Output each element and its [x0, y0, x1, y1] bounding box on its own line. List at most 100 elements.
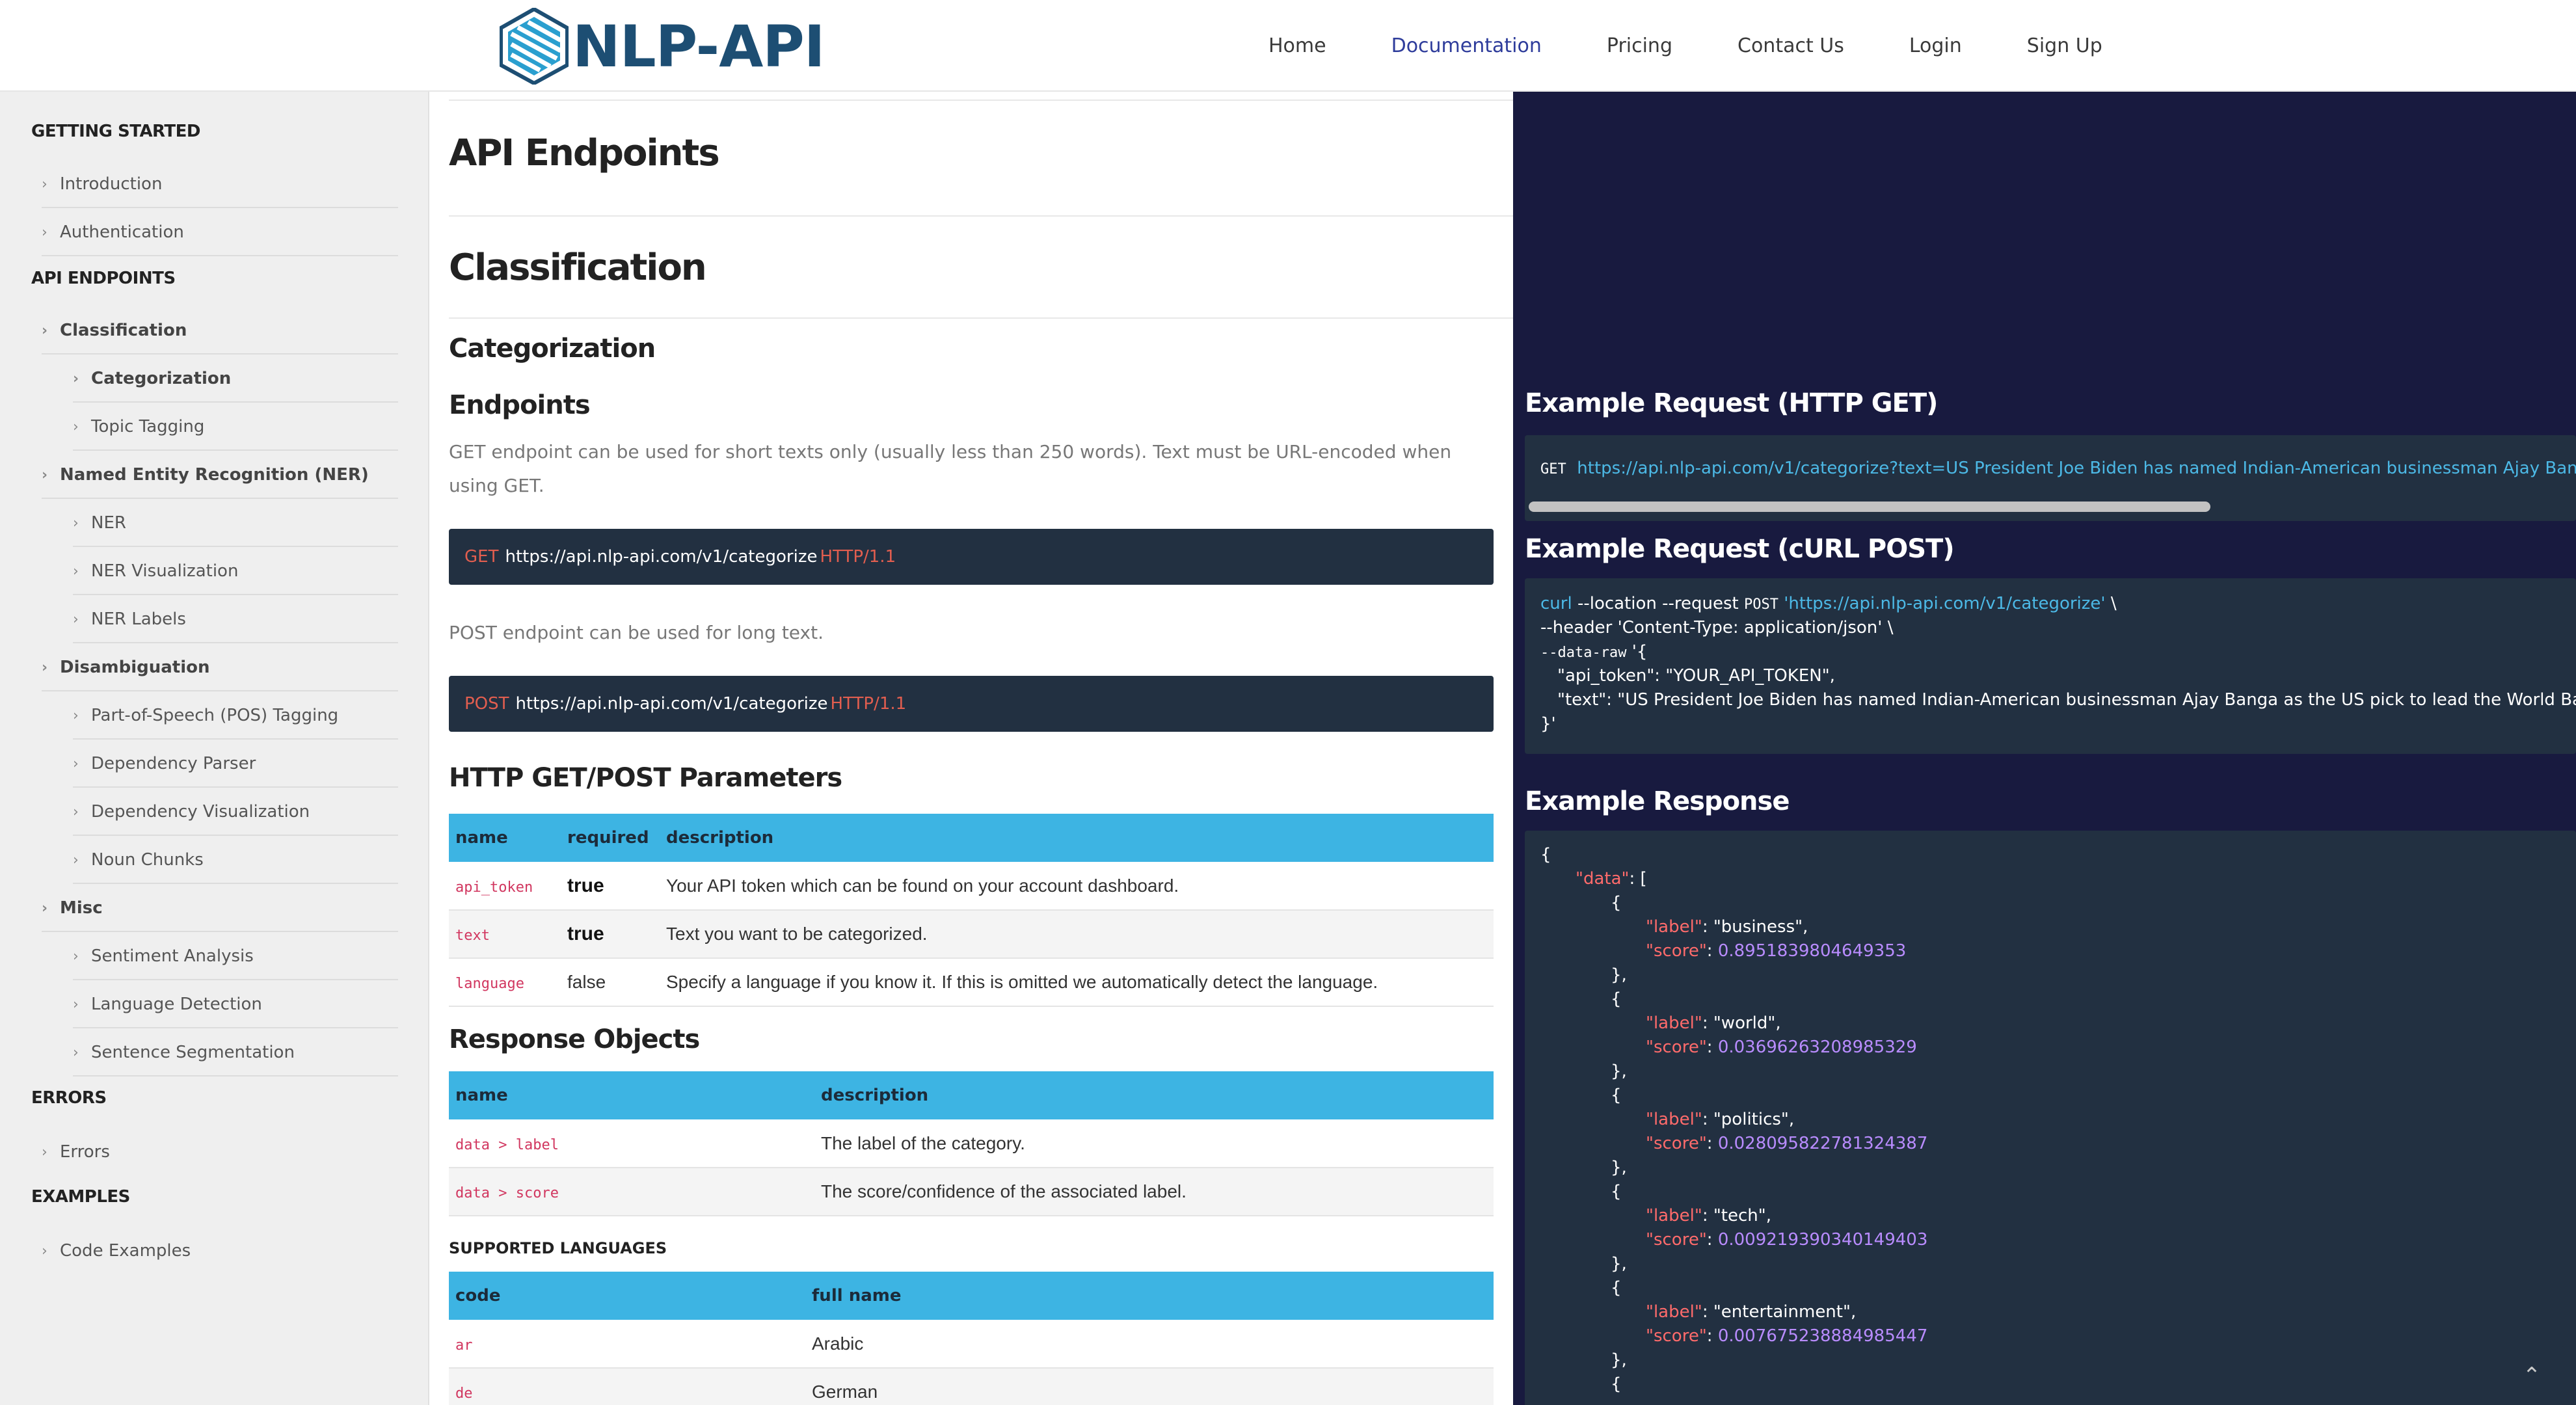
chevron-right-icon: ›: [73, 611, 79, 628]
sidebar-item-dependency-parser[interactable]: › Dependency Parser: [73, 741, 398, 788]
http-method: GET: [1540, 461, 1566, 477]
section-title-endpoints: Endpoints: [449, 390, 591, 420]
language-code: ar: [455, 1337, 473, 1354]
response-description: The score/confidence of the associated l…: [814, 1168, 1494, 1216]
get-endpoint-description: GET endpoint can be used for short texts…: [449, 441, 1452, 496]
sidebar-item-ner[interactable]: › NER: [73, 500, 398, 547]
get-endpoint-code: GET https://api.nlp-api.com/v1/categoriz…: [449, 529, 1494, 585]
http-method: POST: [464, 694, 509, 714]
column-header: description: [814, 1071, 1494, 1119]
nav-home[interactable]: Home: [1268, 34, 1326, 57]
language-name: German: [805, 1368, 1494, 1405]
sidebar-item-authentication[interactable]: › Authentication: [42, 209, 398, 256]
chevron-right-icon: ›: [42, 659, 48, 676]
sidebar-item-pos-tagging[interactable]: › Part-of-Speech (POS) Tagging: [73, 693, 398, 740]
sidebar-item-introduction[interactable]: › Introduction: [42, 161, 398, 208]
chevron-right-icon: ›: [42, 176, 47, 193]
parameters-table: name required description api_token true…: [449, 814, 1494, 1007]
example-response-title: Example Response: [1525, 786, 1790, 816]
docs-sidebar: GETTING STARTED › Introduction › Authentic…: [0, 92, 429, 1405]
table-row: de German: [449, 1368, 1494, 1405]
sidebar-item-categorization[interactable]: › Categorization: [73, 356, 398, 403]
sidebar-item-language-detection[interactable]: › Language Detection: [73, 982, 398, 1028]
sidebar-item-sentence-segmentation[interactable]: › Sentence Segmentation: [73, 1030, 398, 1077]
sidebar-section-getting-started: GETTING STARTED: [31, 122, 201, 141]
sidebar-item-errors[interactable]: › Errors: [42, 1129, 398, 1175]
response-field: data > score: [455, 1185, 559, 1201]
chevron-right-icon: ›: [73, 1044, 79, 1061]
logo-mark-icon: [500, 8, 569, 85]
table-row: text true Text you want to be categorize…: [449, 910, 1494, 959]
nav-login[interactable]: Login: [1909, 34, 1962, 57]
param-required: false: [561, 958, 660, 1007]
chevron-right-icon: ›: [73, 803, 79, 820]
supported-languages-title: SUPPORTED LANGUAGES: [449, 1239, 667, 1257]
post-endpoint-description: POST endpoint can be used for long text.: [449, 622, 824, 643]
section-title-response-objects: Response Objects: [449, 1024, 700, 1054]
back-to-top-button[interactable]: ⌃: [2499, 1346, 2564, 1405]
section-title-categorization: Categorization: [449, 334, 656, 364]
sidebar-item-classification[interactable]: › Classification: [42, 308, 398, 355]
chevron-right-icon: ›: [73, 755, 79, 772]
sidebar-item-topic-tagging[interactable]: › Topic Tagging: [73, 404, 398, 451]
language-code: de: [455, 1385, 473, 1402]
sidebar-section-examples: EXAMPLES: [31, 1187, 130, 1207]
section-title-parameters: HTTP GET/POST Parameters: [449, 763, 842, 793]
response-description: The label of the category.: [814, 1119, 1494, 1168]
sidebar-item-ner-labels[interactable]: › NER Labels: [73, 596, 398, 643]
divider: [449, 100, 1513, 101]
param-name: language: [455, 976, 524, 992]
section-title-classification: Classification: [449, 247, 707, 289]
chevron-right-icon: ›: [73, 515, 79, 531]
brand-logo[interactable]: NLP-API: [500, 8, 825, 85]
param-name: text: [455, 928, 490, 944]
brand-name: NLP-API: [572, 12, 825, 80]
param-description: Text you want to be categorized.: [660, 910, 1494, 959]
response-objects-table: name description data > label The label …: [449, 1071, 1494, 1216]
horizontal-scrollbar[interactable]: [1529, 502, 2210, 512]
http-method: GET: [464, 547, 499, 567]
chevron-right-icon: ›: [42, 466, 48, 483]
main-nav: Home Documentation Pricing Contact Us Lo…: [1268, 0, 2167, 92]
chevron-right-icon: ›: [42, 900, 48, 917]
docs-main: API Endpoints Classification Categorizat…: [431, 92, 1513, 1405]
sidebar-item-disambiguation[interactable]: › Disambiguation: [42, 645, 398, 691]
sidebar-item-noun-chunks[interactable]: › Noun Chunks: [73, 837, 398, 884]
endpoint-url: https://api.nlp-api.com/v1/categorize: [515, 694, 828, 714]
sidebar-item-ner-group[interactable]: › Named Entity Recognition (NER): [42, 452, 398, 499]
param-description: Your API token which can be found on you…: [660, 862, 1494, 911]
chevron-right-icon: ›: [73, 418, 79, 435]
sidebar-item-sentiment-analysis[interactable]: › Sentiment Analysis: [73, 933, 398, 980]
nav-sign-up[interactable]: Sign Up: [2027, 34, 2102, 57]
sidebar-item-code-examples[interactable]: › Code Examples: [42, 1227, 398, 1274]
nav-documentation[interactable]: Documentation: [1391, 34, 1542, 57]
nav-pricing[interactable]: Pricing: [1607, 34, 1672, 57]
example-curl-title: Example Request (cURL POST): [1525, 534, 1955, 564]
example-curl-code: curl --location --request POST 'https://…: [1525, 578, 2576, 754]
sidebar-item-misc[interactable]: › Misc: [42, 885, 398, 932]
response-field: data > label: [455, 1136, 559, 1153]
nav-contact-us[interactable]: Contact Us: [1737, 34, 1844, 57]
divider: [449, 215, 1513, 217]
chevron-right-icon: ›: [73, 707, 79, 724]
example-get-code[interactable]: GET https://api.nlp-api.com/v1/categoriz…: [1525, 435, 2576, 521]
column-header: required: [561, 814, 660, 862]
table-row: language false Specify a language if you…: [449, 958, 1494, 1007]
http-protocol: HTTP/1.1: [820, 547, 896, 567]
endpoint-url: https://api.nlp-api.com/v1/categorize: [505, 547, 818, 567]
chevron-right-icon: ›: [73, 563, 79, 580]
languages-table: code full name ar Arabic de German: [449, 1272, 1494, 1405]
example-get-url: https://api.nlp-api.com/v1/categorize?te…: [1577, 459, 2576, 478]
http-protocol: HTTP/1.1: [830, 694, 907, 714]
param-name: api_token: [455, 879, 533, 896]
column-header: full name: [805, 1272, 1494, 1320]
sidebar-item-dependency-visualization[interactable]: › Dependency Visualization: [73, 789, 398, 836]
example-response-code: { "data": [ { "label": "business", "scor…: [1525, 831, 2576, 1405]
sidebar-item-ner-visualization[interactable]: › NER Visualization: [73, 548, 398, 595]
example-get-title: Example Request (HTTP GET): [1525, 388, 1938, 418]
column-header: name: [449, 1071, 814, 1119]
column-header: description: [660, 814, 1494, 862]
chevron-right-icon: ›: [42, 224, 47, 241]
chevron-right-icon: ›: [73, 948, 79, 965]
param-required: true: [567, 874, 604, 896]
